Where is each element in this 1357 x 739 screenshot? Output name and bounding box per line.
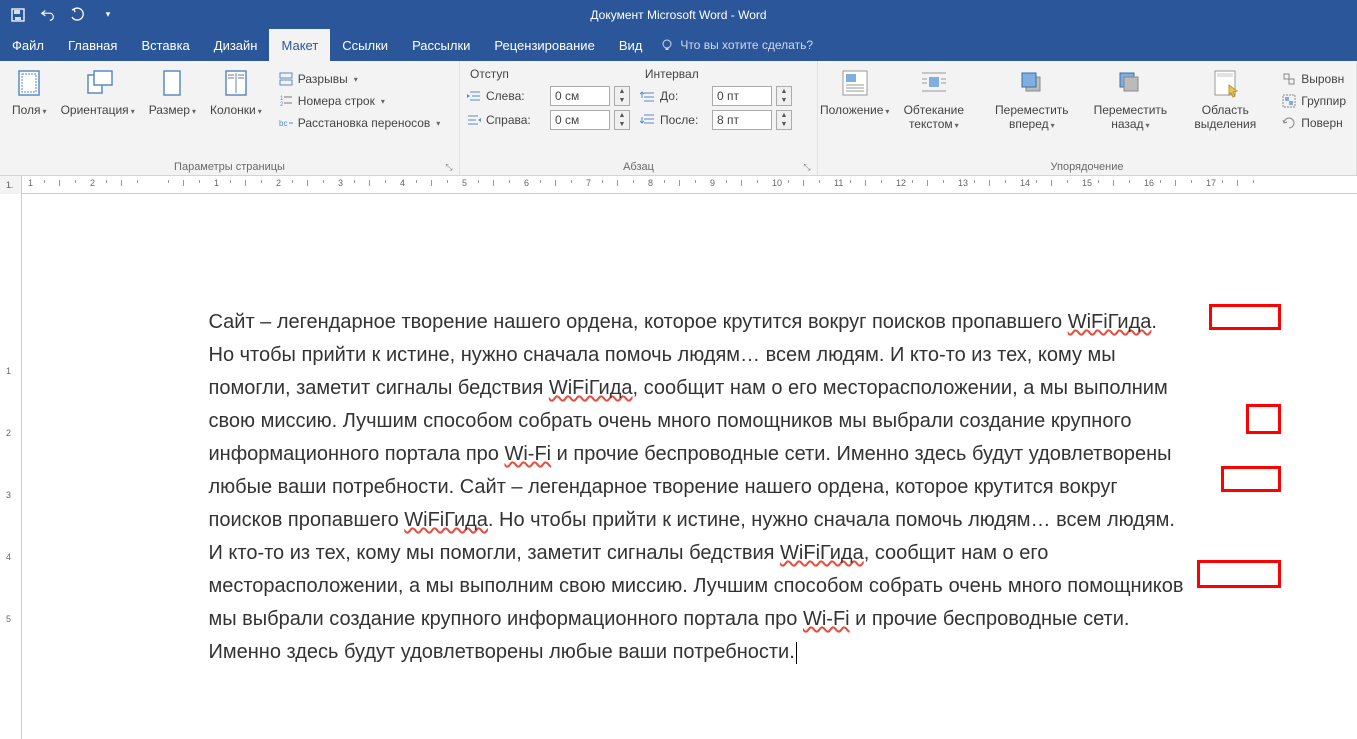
text-cursor: [796, 642, 797, 664]
highlight-box: [1221, 466, 1281, 492]
qat-customize-icon[interactable]: ▾: [100, 7, 116, 23]
orientation-label: Ориентация: [61, 103, 135, 117]
breaks-button[interactable]: Разрывы: [274, 69, 445, 89]
document-area[interactable]: Сайт – легендарное творение нашего орден…: [22, 194, 1357, 739]
send-backward-label: Переместить назад: [1089, 103, 1171, 132]
group-page-setup: Поля Ориентация Размер Колонки Разрывы: [0, 61, 460, 175]
rotate-button[interactable]: Поверн: [1277, 113, 1350, 133]
group-arrange: Положение Обтекание текстом Переместить …: [818, 61, 1357, 175]
spacing-after-spinner[interactable]: ▲▼: [776, 110, 792, 130]
highlight-box: [1197, 560, 1281, 588]
indent-right-spinner[interactable]: ▲▼: [614, 110, 630, 130]
document-page: Сайт – легендарное творение нашего орден…: [109, 194, 1271, 669]
save-icon[interactable]: [10, 7, 26, 23]
group-label: Группир: [1301, 94, 1346, 108]
misspelled-word: Wi-Fi: [803, 608, 850, 630]
hyphenation-label: Расстановка переносов: [298, 116, 431, 130]
indent-right-value[interactable]: 0 см: [550, 110, 610, 130]
group-button[interactable]: Группир: [1277, 91, 1350, 111]
app-title: Документ Microsoft Word - Word: [590, 8, 766, 22]
rotate-label: Поверн: [1301, 116, 1343, 130]
svg-text:2: 2: [280, 102, 284, 108]
tellme-search[interactable]: Что вы хотите сделать?: [660, 38, 813, 52]
size-button[interactable]: Размер: [143, 65, 202, 119]
misspelled-word: WiFiГида: [1068, 311, 1152, 333]
lightbulb-icon: [660, 38, 674, 52]
indent-left-spinner[interactable]: ▲▼: [614, 86, 630, 106]
spacing-header: Интервал: [641, 65, 703, 83]
bring-forward-button[interactable]: Переместить вперед: [982, 65, 1081, 134]
ruler-vertical[interactable]: 112345: [0, 194, 22, 739]
document-paragraph[interactable]: Сайт – легендарное творение нашего орден…: [209, 306, 1185, 669]
menu-insert[interactable]: Вставка: [129, 29, 201, 61]
margins-button[interactable]: Поля: [6, 65, 53, 119]
menu-design[interactable]: Дизайн: [202, 29, 270, 61]
indent-header: Отступ: [466, 65, 513, 83]
ruler-horizontal[interactable]: 121234567891011121314151617: [22, 176, 1357, 193]
indent-left-value[interactable]: 0 см: [550, 86, 610, 106]
wrap-text-label: Обтекание текстом: [893, 103, 974, 132]
spacing-after-value[interactable]: 8 пт: [712, 110, 772, 130]
hyphenation-button[interactable]: bc Расстановка переносов: [274, 113, 445, 133]
orientation-button[interactable]: Ориентация: [55, 65, 141, 119]
tellme-label: Что вы хотите сделать?: [680, 38, 813, 52]
quick-access-toolbar: ▾: [0, 7, 116, 23]
ruler-horizontal-wrap: ∟ 121234567891011121314151617: [0, 176, 1357, 194]
ribbon: Поля Ориентация Размер Колонки Разрывы: [0, 61, 1357, 176]
redo-icon[interactable]: [70, 7, 86, 23]
titlebar: ▾ Документ Microsoft Word - Word: [0, 0, 1357, 29]
selection-pane-label: Область выделения: [1185, 103, 1265, 132]
misspelled-word: WiFiГида: [780, 542, 864, 564]
send-backward-button[interactable]: Переместить назад: [1083, 65, 1177, 134]
selection-pane-button[interactable]: Область выделения: [1179, 65, 1271, 134]
breaks-label: Разрывы: [298, 72, 348, 86]
menu-home[interactable]: Главная: [56, 29, 129, 61]
menu-review[interactable]: Рецензирование: [482, 29, 606, 61]
group-paragraph: Отступ Интервал Слева: 0 см ▲▼ Справа: 0…: [460, 61, 818, 175]
columns-button[interactable]: Колонки: [204, 65, 268, 119]
spacing-before-label: До:: [660, 89, 708, 103]
highlight-box: [1246, 404, 1281, 434]
wrap-text-button[interactable]: Обтекание текстом: [887, 65, 980, 134]
misspelled-word: Wi-Fi: [504, 443, 551, 465]
workspace: 112345 Сайт – легендарное творение нашег…: [0, 194, 1357, 739]
menu-file[interactable]: Файл: [0, 29, 56, 61]
paragraph-group-label: Абзац ⤡: [466, 161, 811, 173]
menu-view[interactable]: Вид: [607, 29, 655, 61]
undo-icon[interactable]: [40, 7, 56, 23]
misspelled-word: WiFiГида: [404, 509, 488, 531]
position-button[interactable]: Положение: [824, 65, 885, 119]
position-label: Положение: [820, 103, 889, 117]
indent-left-label: Слева:: [486, 89, 546, 103]
align-label: Выровн: [1301, 72, 1344, 86]
columns-label: Колонки: [210, 103, 262, 117]
line-numbers-button[interactable]: 12 Номера строк: [274, 91, 445, 111]
align-button[interactable]: Выровн: [1277, 69, 1350, 89]
menu-mailings[interactable]: Рассылки: [400, 29, 482, 61]
arrange-group-label: Упорядочение: [824, 161, 1350, 173]
page-setup-group-label: Параметры страницы ⤡: [6, 161, 453, 173]
size-label: Размер: [149, 103, 196, 117]
indent-right-label: Справа:: [486, 113, 546, 127]
indent-left-icon: [466, 88, 482, 104]
spacing-before-spinner[interactable]: ▲▼: [776, 86, 792, 106]
margins-label: Поля: [12, 103, 47, 117]
page-setup-launcher-icon[interactable]: ⤡: [443, 162, 455, 174]
menubar: Файл Главная Вставка Дизайн Макет Ссылки…: [0, 29, 1357, 61]
indent-right-icon: [466, 112, 482, 128]
bring-forward-label: Переместить вперед: [988, 103, 1075, 132]
spacing-before-value[interactable]: 0 пт: [712, 86, 772, 106]
paragraph-launcher-icon[interactable]: ⤡: [801, 162, 813, 174]
line-numbers-label: Номера строк: [298, 94, 375, 108]
misspelled-word: WiFiГида: [549, 377, 633, 399]
menu-layout[interactable]: Макет: [269, 29, 330, 61]
svg-text:bc: bc: [279, 119, 287, 128]
menu-references[interactable]: Ссылки: [330, 29, 400, 61]
spacing-after-label: После:: [660, 113, 708, 127]
spacing-before-icon: [640, 88, 656, 104]
highlight-box: [1209, 304, 1281, 330]
spacing-after-icon: [640, 112, 656, 128]
